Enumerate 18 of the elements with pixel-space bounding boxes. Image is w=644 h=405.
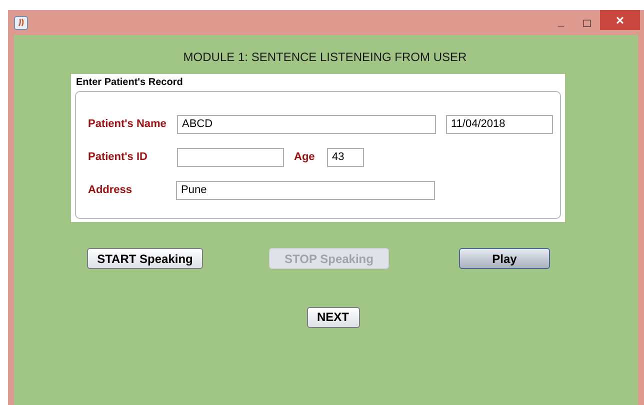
action-button[interactable]: START Speaking [87,248,203,269]
action-button[interactable]: Play [459,248,550,269]
field-label: Address [88,183,134,198]
module-heading: MODULE 1: SENTENCE LISTENEING FROM USER [183,49,467,66]
app-icon [14,16,28,30]
panel-title: Enter Patient's Record [76,76,184,90]
field-label: Age [294,150,316,166]
text-field[interactable] [177,148,284,167]
maximize-button[interactable]: □ [574,12,600,32]
text-field[interactable]: ABCD [177,115,436,134]
action-button[interactable]: NEXT [306,306,360,328]
minimize-button[interactable]: _ [548,12,574,32]
text-field[interactable]: Pune [176,181,435,200]
text-field[interactable]: 11/04/2018 [446,115,553,134]
close-button[interactable]: × [600,10,640,30]
text-field[interactable]: 43 [327,148,364,167]
field-label: Patient's Name [88,117,168,132]
field-label: Patient's ID [88,150,148,166]
